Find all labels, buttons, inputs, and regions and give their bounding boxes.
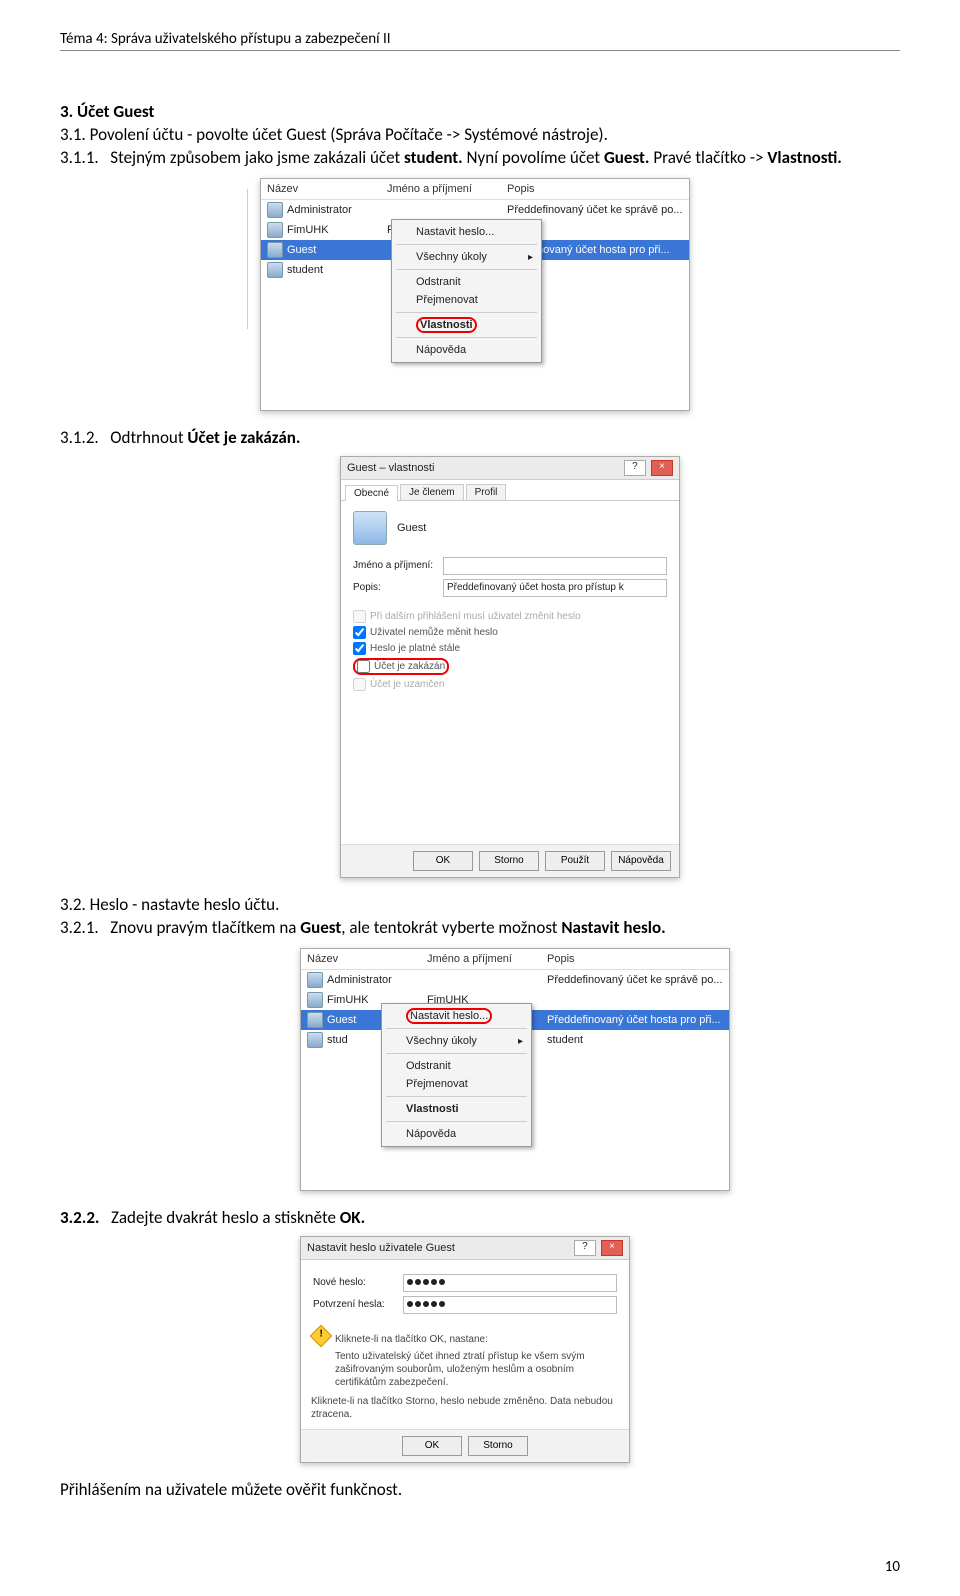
- help-button[interactable]: Nápověda: [611, 851, 671, 871]
- list-row[interactable]: Administrator Předdefinovaný účet ke spr…: [301, 970, 729, 990]
- menuitem-properties[interactable]: Vlastnosti: [384, 1100, 529, 1118]
- line-3-1: 3.1. Povolení účtu - povolte účet Guest …: [60, 124, 900, 147]
- user-icon: [267, 262, 283, 278]
- cancel-button[interactable]: Storno: [468, 1436, 528, 1456]
- tab-memberof[interactable]: Je členem: [400, 484, 464, 500]
- close-button[interactable]: ×: [601, 1240, 623, 1256]
- confirm-password-label: Potvrzení hesla:: [313, 1299, 403, 1310]
- checkbox-never-expires[interactable]: Heslo je platné stále: [353, 642, 667, 655]
- heading-3: 3. Účet Guest: [60, 101, 900, 124]
- help-button[interactable]: ?: [574, 1240, 596, 1256]
- description-field[interactable]: Předdefinovaný účet hosta pro přístup k: [443, 579, 667, 597]
- description-label: Popis:: [353, 582, 443, 593]
- screenshot-set-password-dialog: Nastavit heslo uživatele Guest ? × Nové …: [300, 1236, 630, 1463]
- menuitem-rename[interactable]: Přejmenovat: [384, 1075, 529, 1093]
- user-avatar-icon: [353, 511, 387, 545]
- menuitem-set-password[interactable]: Nastavit heslo...: [394, 223, 539, 241]
- user-icon: [307, 1012, 323, 1028]
- screenshot-context-menu-2: Název Jméno a příjmení Popis Administrat…: [300, 948, 730, 1191]
- menuitem-all-tasks[interactable]: Všechny úkoly▸: [394, 248, 539, 266]
- menuitem-set-password[interactable]: Nastavit heslo...: [384, 1007, 529, 1025]
- cancel-button[interactable]: Storno: [479, 851, 539, 871]
- warning-footer: Kliknete-li na tlačítko Storno, heslo ne…: [311, 1395, 619, 1421]
- page-header: Téma 4: Správa uživatelského přístupu a …: [60, 30, 900, 51]
- fullname-field[interactable]: [443, 557, 667, 575]
- menuitem-rename[interactable]: Přejmenovat: [394, 291, 539, 309]
- user-icon: [307, 1032, 323, 1048]
- fullname-label: Jméno a příjmení:: [353, 560, 443, 571]
- user-icon: [267, 202, 283, 218]
- menuitem-help[interactable]: Nápověda: [384, 1125, 529, 1143]
- dialog-title: Nastavit heslo uživatele Guest: [307, 1242, 455, 1254]
- confirm-password-field[interactable]: [403, 1296, 617, 1314]
- title-bar: Nastavit heslo uživatele Guest ? ×: [301, 1237, 629, 1260]
- line-3-1-2: 3.1.2. Odtrhnout Účet je zakázán.: [60, 427, 900, 450]
- line-3-2-2: 3.2.2. Zadejte dvakrát heslo a stiskněte…: [60, 1207, 900, 1230]
- line-3-1-1: 3.1.1. Stejným způsobem jako jsme zakáza…: [60, 147, 900, 170]
- list-header: Název Jméno a příjmení Popis: [261, 179, 689, 200]
- user-icon: [267, 242, 283, 258]
- checkbox-locked[interactable]: Účet je uzamčen: [353, 678, 667, 691]
- page-number: 10: [885, 1558, 900, 1576]
- screenshot-properties-dialog: Guest – vlastnosti ? × Obecné Je členem …: [340, 456, 680, 878]
- chevron-right-icon: ▸: [528, 252, 533, 263]
- user-icon: [267, 222, 283, 238]
- final-line: Přihlášením na uživatele můžete ověřit f…: [60, 1479, 900, 1502]
- menuitem-remove[interactable]: Odstranit: [394, 273, 539, 291]
- menuitem-all-tasks[interactable]: Všechny úkoly▸: [384, 1032, 529, 1050]
- warning-text: Tento uživatelský účet ihned ztratí přís…: [335, 1350, 619, 1389]
- warning-icon: [310, 1324, 333, 1347]
- menuitem-properties[interactable]: Vlastnosti: [394, 316, 539, 334]
- tab-profile[interactable]: Profil: [466, 484, 507, 500]
- apply-button[interactable]: Použít: [545, 851, 605, 871]
- close-button[interactable]: ×: [651, 460, 673, 476]
- menuitem-help[interactable]: Nápověda: [394, 341, 539, 359]
- title-bar: Guest – vlastnosti ? ×: [341, 457, 679, 480]
- chevron-right-icon: ▸: [518, 1036, 523, 1047]
- checkbox-cannot-change[interactable]: Uživatel nemůže měnit heslo: [353, 626, 667, 639]
- dialog-tabs: Obecné Je členem Profil: [341, 480, 679, 501]
- screenshot-context-menu-1: Název Jméno a příjmení Popis Administrat…: [260, 178, 690, 411]
- line-3-2: 3.2. Heslo - nastavte heslo účtu.: [60, 894, 900, 917]
- context-menu: Nastavit heslo... Všechny úkoly▸ Odstran…: [381, 1003, 532, 1147]
- checkbox-disabled[interactable]: Účet je zakázán: [353, 658, 667, 675]
- checkbox-must-change[interactable]: Při dalším přihlášení musí uživatel změn…: [353, 610, 667, 623]
- username-label: Guest: [397, 522, 426, 534]
- context-menu: Nastavit heslo... Všechny úkoly▸ Odstran…: [391, 219, 542, 363]
- dialog-title: Guest – vlastnosti: [347, 462, 434, 474]
- list-header: Název Jméno a příjmení Popis: [301, 949, 729, 970]
- user-icon: [307, 972, 323, 988]
- menuitem-remove[interactable]: Odstranit: [384, 1057, 529, 1075]
- ok-button[interactable]: OK: [413, 851, 473, 871]
- list-row[interactable]: Administrator Předdefinovaný účet ke spr…: [261, 200, 689, 220]
- new-password-label: Nové heslo:: [313, 1277, 403, 1288]
- tab-general[interactable]: Obecné: [345, 485, 398, 501]
- line-3-2-1: 3.2.1. Znovu pravým tlačítkem na Guest, …: [60, 917, 900, 940]
- help-button[interactable]: ?: [624, 460, 646, 476]
- user-icon: [307, 992, 323, 1008]
- ok-button[interactable]: OK: [402, 1436, 462, 1456]
- new-password-field[interactable]: [403, 1274, 617, 1292]
